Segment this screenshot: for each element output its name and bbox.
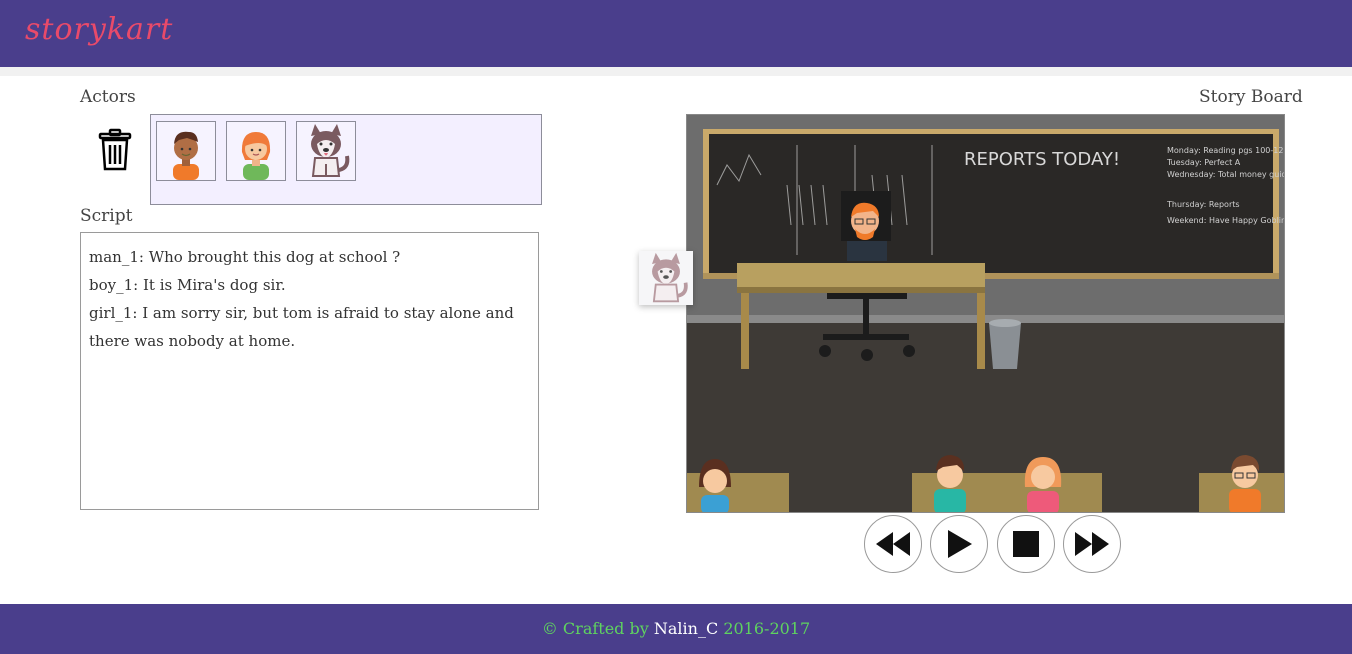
dog-avatar-icon bbox=[652, 252, 688, 303]
storyboard-stage[interactable]: REPORTS TODAY! Monday: Reading pgs 100-1… bbox=[686, 114, 1285, 513]
script-editor[interactable]: man_1: Who brought this dog at school ? … bbox=[80, 232, 539, 510]
rewind-icon bbox=[876, 532, 910, 556]
trash-icon[interactable] bbox=[96, 128, 134, 172]
actor-man-thumb[interactable] bbox=[156, 121, 216, 181]
header-divider bbox=[0, 67, 1352, 76]
student-girl bbox=[699, 459, 731, 512]
dog-avatar-icon bbox=[311, 124, 350, 177]
play-button[interactable] bbox=[930, 515, 988, 573]
man-avatar-icon bbox=[173, 131, 199, 180]
storyboard-heading: Story Board bbox=[1199, 87, 1303, 107]
fast-forward-icon bbox=[1075, 532, 1109, 556]
schedule-line: Monday: Reading pgs 100-120 bbox=[1167, 146, 1285, 155]
rewind-button[interactable] bbox=[864, 515, 922, 573]
script-line: man_1: Who brought this dog at school ? bbox=[89, 248, 401, 266]
footer-author[interactable]: Nalin_C bbox=[654, 619, 718, 638]
stop-button[interactable] bbox=[997, 515, 1055, 573]
schedule-line: Tuesday: Perfect A bbox=[1166, 158, 1241, 167]
stop-icon bbox=[1013, 531, 1039, 557]
classroom-scene: REPORTS TODAY! Monday: Reading pgs 100-1… bbox=[687, 115, 1285, 512]
blackboard-heading: REPORTS TODAY! bbox=[964, 149, 1120, 170]
script-line: boy_1: It is Mira's dog sir. bbox=[89, 276, 286, 294]
student-girl-orange bbox=[1024, 457, 1062, 512]
script-heading: Script bbox=[80, 206, 133, 226]
actors-heading: Actors bbox=[80, 87, 136, 107]
girl-avatar-icon bbox=[241, 132, 271, 180]
dragged-dog-actor[interactable] bbox=[639, 251, 693, 305]
actors-palette[interactable] bbox=[150, 114, 542, 205]
script-line: girl_1: I am sorry sir, but tom is afrai… bbox=[89, 304, 514, 350]
app-header: storykart bbox=[0, 0, 1352, 67]
actor-dog-thumb[interactable] bbox=[296, 121, 356, 181]
footer-years: 2016-2017 bbox=[723, 619, 811, 638]
app-footer: © Crafted by Nalin_C 2016-2017 bbox=[0, 604, 1352, 654]
fast-forward-button[interactable] bbox=[1063, 515, 1121, 573]
schedule-line: Weekend: Have Happy Goblin Appreciation … bbox=[1167, 216, 1285, 225]
footer-credit: © Crafted by bbox=[541, 619, 649, 638]
schedule-line: Wednesday: Total money guide (THESE TERM… bbox=[1167, 170, 1285, 179]
actor-girl-thumb[interactable] bbox=[226, 121, 286, 181]
storykart-logo[interactable]: storykart bbox=[25, 12, 173, 47]
play-icon bbox=[948, 530, 972, 558]
schedule-line: Thursday: Reports bbox=[1166, 200, 1240, 209]
